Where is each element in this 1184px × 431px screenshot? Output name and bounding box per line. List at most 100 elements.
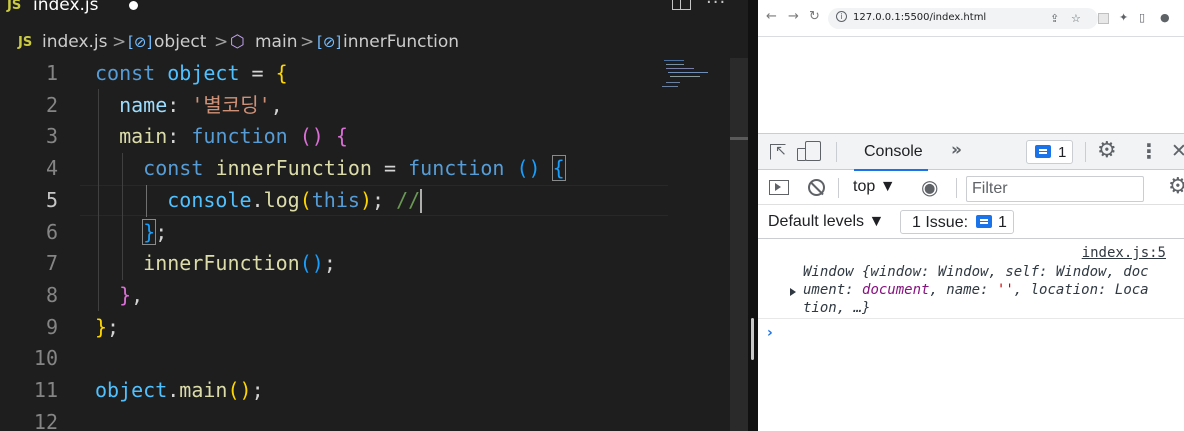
messages-badge-button[interactable]: 1: [1026, 140, 1073, 164]
share-icon[interactable]: ⇪: [1050, 12, 1059, 25]
devtools-panel: Console » 1 ⚙ ⋮ ✕ top ▼ ◉ ⚙ Default leve…: [758, 133, 1184, 431]
token-function-name: log: [263, 187, 300, 212]
filter-input[interactable]: [966, 176, 1144, 202]
clear-console-icon[interactable]: [808, 179, 825, 196]
tab-console[interactable]: Console: [838, 134, 928, 171]
line-number: 2: [45, 92, 58, 117]
issues-count: 1: [998, 214, 1007, 231]
token-parens: (): [504, 156, 553, 181]
breadcrumb-separator: >: [214, 32, 229, 52]
line-number: 1: [45, 61, 58, 85]
divider: [1085, 142, 1086, 162]
breadcrumb-separator: >: [112, 32, 127, 52]
variable-icon: [⊘]: [128, 33, 153, 51]
token-punct: :: [167, 92, 192, 117]
minimap-line: [668, 72, 708, 73]
expand-triangle-icon[interactable]: [790, 288, 796, 296]
token-keyword: function: [191, 124, 288, 149]
show-sidebar-icon[interactable]: [769, 180, 789, 195]
back-icon[interactable]: ←: [766, 9, 777, 24]
breadcrumb-file[interactable]: index.js: [42, 32, 108, 52]
breadcrumb-main[interactable]: main: [255, 32, 297, 52]
minimap[interactable]: [660, 58, 730, 88]
split-divider[interactable]: [748, 0, 758, 431]
token-property: name: [119, 92, 168, 117]
console-prompt-icon[interactable]: ›: [767, 325, 773, 341]
breadcrumb-object[interactable]: object: [154, 32, 206, 52]
site-info-icon[interactable]: i: [836, 11, 847, 22]
token-keyword: function: [408, 156, 505, 181]
line-number: 10: [33, 346, 58, 371]
close-icon[interactable]: ✕: [1171, 140, 1184, 162]
javascript-file-icon: JS: [7, 0, 22, 13]
resize-handle[interactable]: [751, 318, 754, 360]
token-punct: ;: [107, 314, 120, 339]
code-line-6: };: [95, 217, 167, 247]
token-bracket-matched: {: [551, 155, 566, 182]
console-toolbar: top ▼ ◉ ⚙: [758, 170, 1184, 205]
token-object: console: [167, 187, 252, 212]
minimap-line: [666, 68, 694, 69]
minimap-line: [664, 60, 684, 61]
vertical-scrollbar[interactable]: [730, 58, 748, 431]
token-punct: ;: [371, 187, 397, 212]
settings-gear-icon[interactable]: ⚙: [1097, 138, 1117, 163]
token-bracket: {: [335, 124, 348, 149]
log-levels-dropdown[interactable]: Default levels ▼: [768, 213, 884, 231]
token-punct: :: [167, 124, 192, 149]
token-parens: (): [287, 124, 336, 149]
issues-button[interactable]: 1 Issue: 1: [900, 210, 1014, 234]
unsaved-dot-icon[interactable]: [129, 1, 138, 10]
token-variable: object: [167, 61, 240, 85]
page-viewport: [758, 37, 1184, 133]
line-number: 11: [33, 378, 58, 402]
tab-console-label: Console: [864, 143, 923, 160]
divider: [836, 142, 837, 162]
token-bracket: }: [95, 314, 108, 339]
breadcrumb-inner-function[interactable]: innerFunction: [343, 32, 459, 52]
profile-avatar-icon[interactable]: ●: [1160, 11, 1170, 24]
token-keyword: const: [95, 61, 156, 85]
devtools-tab-bar: Console » 1 ⚙ ⋮ ✕: [758, 134, 1184, 171]
inspect-element-icon[interactable]: [770, 143, 787, 160]
code-line-2: name: '별코딩',: [95, 90, 283, 120]
line-number-active: 5: [45, 187, 58, 212]
source-link[interactable]: index.js:5: [1082, 245, 1166, 261]
token-bracket: }: [119, 282, 132, 307]
token-parens: (): [299, 251, 324, 276]
code-line-9: };: [95, 312, 119, 342]
address-bar[interactable]: i 127.0.0.1:5500/index.html ⇪ ☆: [828, 8, 1098, 29]
divider: [956, 178, 957, 198]
line-number: 6: [45, 219, 58, 244]
more-actions-icon[interactable]: ···: [706, 0, 726, 13]
token-bracket: (: [299, 187, 312, 212]
code-line-3: main: function () {: [95, 121, 348, 151]
token-bracket: ): [359, 187, 372, 212]
token-punct: .: [251, 187, 264, 212]
console-messages: index.js:5 Window {window: Window, self:…: [758, 239, 1184, 431]
device-toolbar-icon[interactable]: [797, 141, 821, 161]
token-punct: ,: [270, 92, 283, 117]
editor-tab-index-js[interactable]: JS index.js: [0, 0, 160, 16]
live-expression-eye-icon[interactable]: ◉: [921, 175, 938, 199]
side-panel-icon[interactable]: ▯: [1139, 11, 1145, 24]
reload-icon[interactable]: ↻: [809, 9, 820, 24]
token-punct: ;: [251, 378, 264, 402]
code-editor[interactable]: JS index.js ··· JS index.js > [⊘] object…: [0, 0, 750, 431]
url-text[interactable]: 127.0.0.1:5500/index.html: [853, 12, 986, 23]
context-selector[interactable]: top ▼: [853, 178, 896, 196]
more-tabs-icon[interactable]: »: [951, 140, 962, 160]
split-editor-icon[interactable]: [672, 0, 691, 10]
token-punct: ;: [323, 251, 336, 276]
token-bracket: {: [275, 61, 288, 85]
forward-icon[interactable]: →: [788, 9, 799, 24]
code-line-5: console.log(this); //: [95, 185, 423, 215]
extension-icon[interactable]: [1098, 13, 1109, 24]
extensions-puzzle-icon[interactable]: ✦: [1119, 11, 1128, 24]
log-text-line: tion, …}: [803, 300, 871, 316]
more-options-icon[interactable]: ⋮: [1139, 139, 1159, 163]
line-number: 8: [45, 282, 58, 307]
breadcrumb-separator: >: [300, 32, 315, 52]
console-settings-gear-icon[interactable]: ⚙: [1168, 174, 1184, 199]
bookmark-star-icon[interactable]: ☆: [1071, 12, 1081, 25]
